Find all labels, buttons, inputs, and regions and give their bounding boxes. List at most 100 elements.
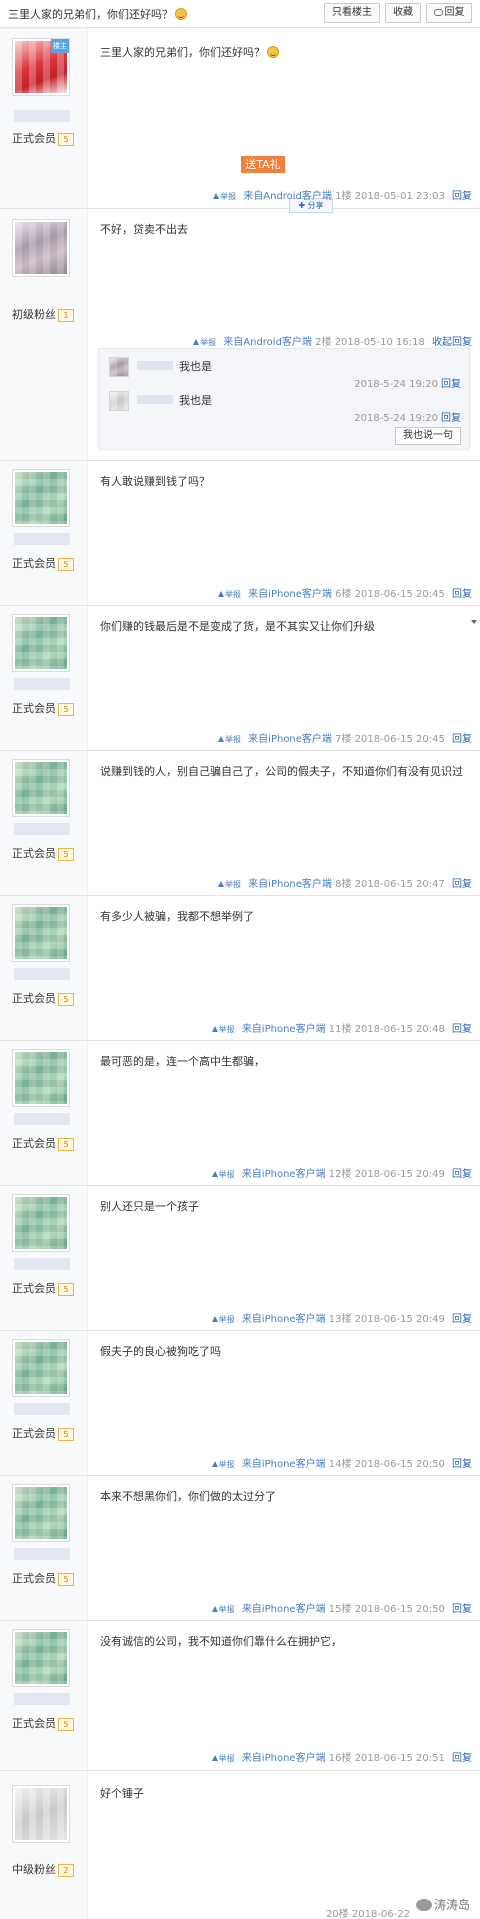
floor-number: 14楼 [328, 1459, 352, 1470]
avatar[interactable] [12, 1339, 70, 1397]
warning-icon [193, 339, 200, 345]
author-sidebar: 中级粉丝 2 [0, 1771, 88, 1919]
report-link[interactable]: 举报 [217, 880, 241, 889]
avatar[interactable] [12, 614, 70, 672]
report-link[interactable]: 举报 [211, 1605, 235, 1614]
floor-number: 7楼 [335, 734, 352, 745]
post-meta: 20楼 2018-06-22 [326, 1905, 410, 1919]
level-badge: 5 [58, 133, 74, 146]
client-source[interactable]: 来自iPhone客户端 [242, 1024, 326, 1035]
favorite-button[interactable]: 收藏 [385, 3, 421, 23]
warning-icon [211, 1026, 218, 1032]
report-link[interactable]: 举报 [213, 192, 236, 201]
level-badge: 5 [58, 993, 74, 1006]
username-redacted[interactable] [14, 1403, 70, 1415]
post-floor-12: 正式会员 5 最可恶的是，连一个高中生都骗， 举报 来自iPhone客户端 12楼… [0, 1041, 480, 1186]
post-content: 本来不想黑你们，你们做的太过分了 [100, 1490, 276, 1503]
client-source[interactable]: 来自iPhone客户端 [248, 734, 332, 745]
client-source[interactable]: 来自iPhone客户端 [242, 1314, 326, 1325]
avatar[interactable] [12, 904, 70, 962]
client-source[interactable]: 来自iPhone客户端 [242, 1169, 326, 1180]
username-redacted[interactable] [14, 533, 70, 545]
username-redacted[interactable] [14, 678, 70, 690]
member-rank: 正式会员 5 [12, 1570, 82, 1587]
avatar[interactable] [12, 1785, 70, 1843]
report-link[interactable]: 举报 [217, 735, 241, 744]
client-source[interactable]: 来自iPhone客户端 [248, 879, 332, 890]
report-link[interactable]: 举报 [193, 338, 216, 347]
username-redacted[interactable] [14, 1113, 70, 1125]
client-source[interactable]: 来自iPhone客户端 [242, 1459, 326, 1470]
avatar[interactable] [12, 469, 70, 527]
client-source[interactable]: 来自Android客户端 [243, 191, 332, 202]
sub-reply-username-redacted[interactable] [137, 395, 173, 404]
author-sidebar: 初级粉丝 1 [0, 209, 88, 460]
report-link[interactable]: 举报 [217, 590, 241, 599]
report-link[interactable]: 举报 [211, 1315, 235, 1324]
reply-link[interactable]: 回复 [452, 1753, 472, 1764]
reply-link[interactable]: 回复 [452, 1604, 472, 1615]
post-time: 2018-05-10 16:18 [334, 337, 425, 348]
avatar[interactable] [12, 1484, 70, 1542]
reply-icon [433, 9, 443, 16]
username-redacted[interactable] [14, 968, 70, 980]
member-rank: 正式会员 5 [12, 555, 82, 572]
post-time: 2018-06-15 20:45 [354, 734, 445, 745]
level-badge: 1 [58, 309, 74, 322]
chevron-down-icon[interactable] [471, 620, 477, 624]
reply-link[interactable]: 回复 [452, 879, 472, 890]
client-source[interactable]: 来自iPhone客户端 [242, 1604, 326, 1615]
report-link[interactable]: 举报 [211, 1754, 235, 1763]
post-content: 不好，贷卖不出去 [100, 223, 188, 236]
username-redacted[interactable] [14, 1693, 70, 1705]
reply-link[interactable]: 回复 [452, 1314, 472, 1325]
sub-reply-link[interactable]: 回复 [441, 379, 461, 390]
floor-number: 20楼 [325, 1909, 349, 1919]
post-time: 2018-06-15 20:48 [354, 1024, 445, 1035]
wechat-icon [415, 1899, 432, 1911]
author-sidebar: 正式会员 5 [0, 1331, 88, 1475]
avatar[interactable] [12, 1049, 70, 1107]
sub-reply-username-redacted[interactable] [137, 361, 173, 370]
reply-link[interactable]: 回复 [452, 1459, 472, 1470]
level-badge: 5 [58, 703, 74, 716]
sub-reply-avatar[interactable] [109, 357, 129, 377]
client-source[interactable]: 来自Android客户端 [223, 337, 312, 348]
sub-reply-avatar[interactable] [109, 391, 129, 411]
username-redacted[interactable] [14, 1258, 70, 1270]
sub-reply-time: 2018-5-24 19:20 [354, 379, 438, 390]
report-link[interactable]: 举报 [211, 1025, 235, 1034]
sub-reply-box: 我也是 2018-5-24 19:20 回复 我也是 2018-5-24 19:2… [98, 348, 470, 450]
avatar[interactable] [12, 219, 70, 277]
avatar[interactable] [12, 759, 70, 817]
post-content: 说赚到钱的人，别自己骗自己了，公司的假夫子，不知道你们有没有见识过 [100, 765, 463, 778]
username-redacted[interactable] [14, 110, 70, 122]
floor-number: 2楼 [315, 337, 332, 348]
avatar[interactable] [12, 1194, 70, 1252]
username-redacted[interactable] [14, 823, 70, 835]
reply-link[interactable]: 回复 [452, 734, 472, 745]
client-source[interactable]: 来自iPhone客户端 [248, 589, 332, 600]
member-rank: 初级粉丝 1 [12, 306, 82, 323]
send-gift-button[interactable]: 送TA礼 [241, 156, 285, 173]
post-floor-11: 正式会员 5 有多少人被骗，我都不想举例了 举报 来自iPhone客户端 11楼 … [0, 896, 480, 1041]
level-badge: 5 [58, 848, 74, 861]
collapse-replies-link[interactable]: 收起回复 [432, 337, 472, 348]
report-link[interactable]: 举报 [211, 1460, 235, 1469]
reply-link[interactable]: 回复 [452, 191, 472, 202]
reply-button[interactable]: 回复 [426, 3, 472, 23]
post-content: 三里人家的兄弟们，你们还好吗？ [100, 44, 279, 60]
reply-link[interactable]: 回复 [452, 1024, 472, 1035]
report-link[interactable]: 举报 [211, 1170, 235, 1179]
avatar[interactable] [12, 1629, 70, 1687]
reply-link[interactable]: 回复 [452, 589, 472, 600]
warning-icon [211, 1316, 218, 1322]
username-redacted[interactable] [14, 1548, 70, 1560]
warning-icon [211, 1755, 218, 1761]
client-source[interactable]: 来自iPhone客户端 [242, 1753, 326, 1764]
reply-link[interactable]: 回复 [452, 1169, 472, 1180]
sub-reply-link[interactable]: 回复 [441, 413, 461, 424]
avatar[interactable]: 楼主 [12, 38, 70, 96]
only-op-button[interactable]: 只看楼主 [324, 3, 380, 23]
say-something-button[interactable]: 我也说一句 [395, 427, 461, 445]
